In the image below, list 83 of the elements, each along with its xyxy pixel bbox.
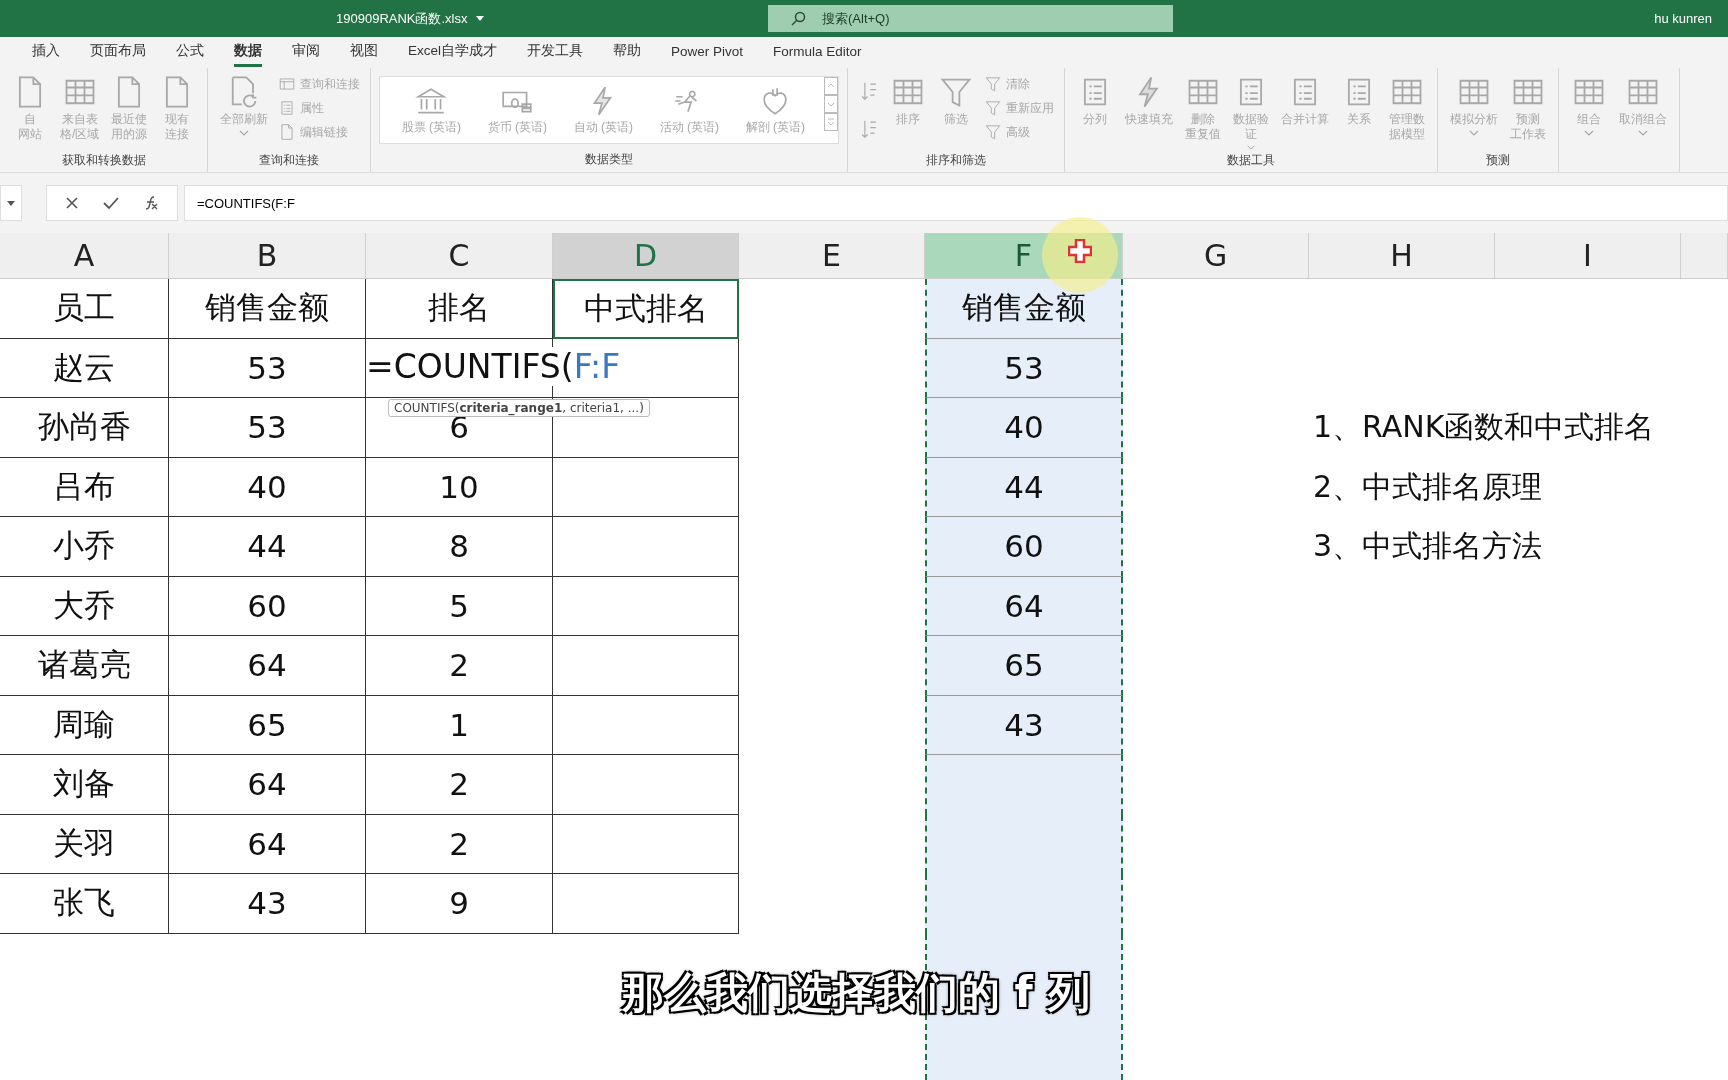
table-cell: 53 [1004, 349, 1044, 386]
table-cell: 40 [1004, 409, 1044, 446]
table-cell: 10 [439, 468, 479, 505]
name-box[interactable] [0, 185, 22, 221]
table-cell: 43 [169, 874, 366, 934]
table-cell: 关羽 [0, 814, 169, 874]
ribbon-tab[interactable]: 视图 [350, 38, 378, 67]
group-label: 数据工具 [1227, 152, 1276, 169]
table-cell: 44 [169, 517, 366, 577]
formula-field[interactable]: =COUNTIFS(F:F [184, 185, 1728, 221]
table-cell: 2 [449, 766, 469, 803]
table-cell: 64 [169, 814, 366, 874]
table-cell: 8 [449, 528, 469, 565]
table-cell: 大乔 [0, 576, 169, 636]
note-text: 3、中式排名方法 [1313, 527, 1543, 566]
ribbon-tab[interactable]: 审阅 [292, 38, 320, 67]
table-cell: 员工 [0, 279, 169, 339]
panel-icon [278, 75, 297, 93]
ribbon-tab[interactable]: Formula Editor [773, 39, 862, 66]
group-label: 查询和连接 [259, 152, 320, 169]
column-header[interactable]: B [169, 233, 366, 278]
group-label: 获取和转换数据 [61, 152, 146, 169]
note-text: 1、RANK函数和中式排名 [1313, 408, 1655, 447]
ribbon-tab[interactable]: 插入 [32, 38, 60, 67]
check-icon[interactable] [103, 196, 119, 210]
table-cell: 65 [1004, 647, 1044, 684]
group-label: 预测 [1486, 152, 1511, 169]
column-header[interactable]: F [925, 233, 1123, 278]
column-header[interactable]: D [553, 233, 739, 278]
table-cell: 9 [449, 885, 469, 922]
table-cell: 2 [449, 647, 469, 684]
column-header[interactable]: H [1309, 233, 1495, 278]
table-cell: 诸葛亮 [0, 636, 169, 696]
table-cell: 周瑜 [0, 695, 169, 755]
table-cell: 64 [169, 755, 366, 815]
table-cell-text: 排名 [428, 288, 490, 328]
table-cell-text: 中式排名 [584, 288, 708, 328]
table-cell: 5 [449, 587, 469, 624]
ribbon-tab[interactable]: 帮助 [613, 38, 641, 67]
table-cell: 65 [169, 695, 366, 755]
column-header[interactable]: I [1495, 233, 1681, 278]
table-cell: 53 [169, 398, 366, 458]
close-icon[interactable] [65, 196, 79, 210]
table-cell: 张飞 [0, 874, 169, 934]
table-cell: 40 [169, 457, 366, 517]
funnel-icon [984, 75, 1003, 93]
ribbon-tab[interactable]: 页面布局 [90, 38, 146, 67]
table-cell: 吕布 [0, 457, 169, 517]
function-tooltip: COUNTIFS(criteria_range1, criteria1, ...) [388, 398, 650, 417]
ribbon-tab[interactable]: 公式 [176, 38, 204, 67]
table-cell: 赵云 [0, 338, 169, 398]
column-header[interactable]: G [1123, 233, 1309, 278]
table-cell: 1 [449, 706, 469, 743]
ribbon-tab[interactable]: Power Pivot [671, 39, 744, 66]
table-cell: 小乔 [0, 517, 169, 577]
table-cell-text: 销售金额 [962, 288, 1086, 328]
search-field[interactable]: 搜索(Alt+Q) [768, 5, 1173, 32]
search-icon [790, 11, 806, 27]
column-header[interactable]: A [0, 233, 169, 278]
user-name[interactable]: hu kunren [1654, 11, 1712, 26]
table-cell: 销售金额 [169, 279, 366, 339]
dropdown-icon[interactable] [475, 16, 484, 21]
funnel-icon [984, 123, 1003, 141]
table-cell: 2 [449, 825, 469, 862]
formula-cell[interactable]: =COUNTIFS(F:F [366, 346, 621, 386]
table-cell: 孙尚香 [0, 398, 169, 458]
table-cell: 43 [1004, 706, 1044, 743]
function-icon[interactable] [143, 195, 159, 211]
table-cell: 44 [1004, 468, 1044, 505]
table-cell: 60 [169, 576, 366, 636]
note-text: 2、中式排名原理 [1313, 467, 1543, 506]
ribbon-tab[interactable]: 开发工具 [527, 38, 583, 67]
funnel-icon [984, 99, 1003, 117]
group-label: 排序和筛选 [926, 152, 987, 169]
ribbon-tab[interactable]: Excel自学成才 [408, 38, 497, 67]
group-label: 数据类型 [585, 151, 634, 168]
dropdown-icon[interactable] [7, 200, 15, 206]
table-cell: 64 [1004, 587, 1044, 624]
table-cell: 64 [169, 636, 366, 696]
cell-cursor-icon [1068, 239, 1092, 263]
table-cell: 刘备 [0, 755, 169, 815]
table-cell: 60 [1004, 528, 1044, 565]
file-name: 190909RANK函数.xlsx [336, 9, 468, 28]
